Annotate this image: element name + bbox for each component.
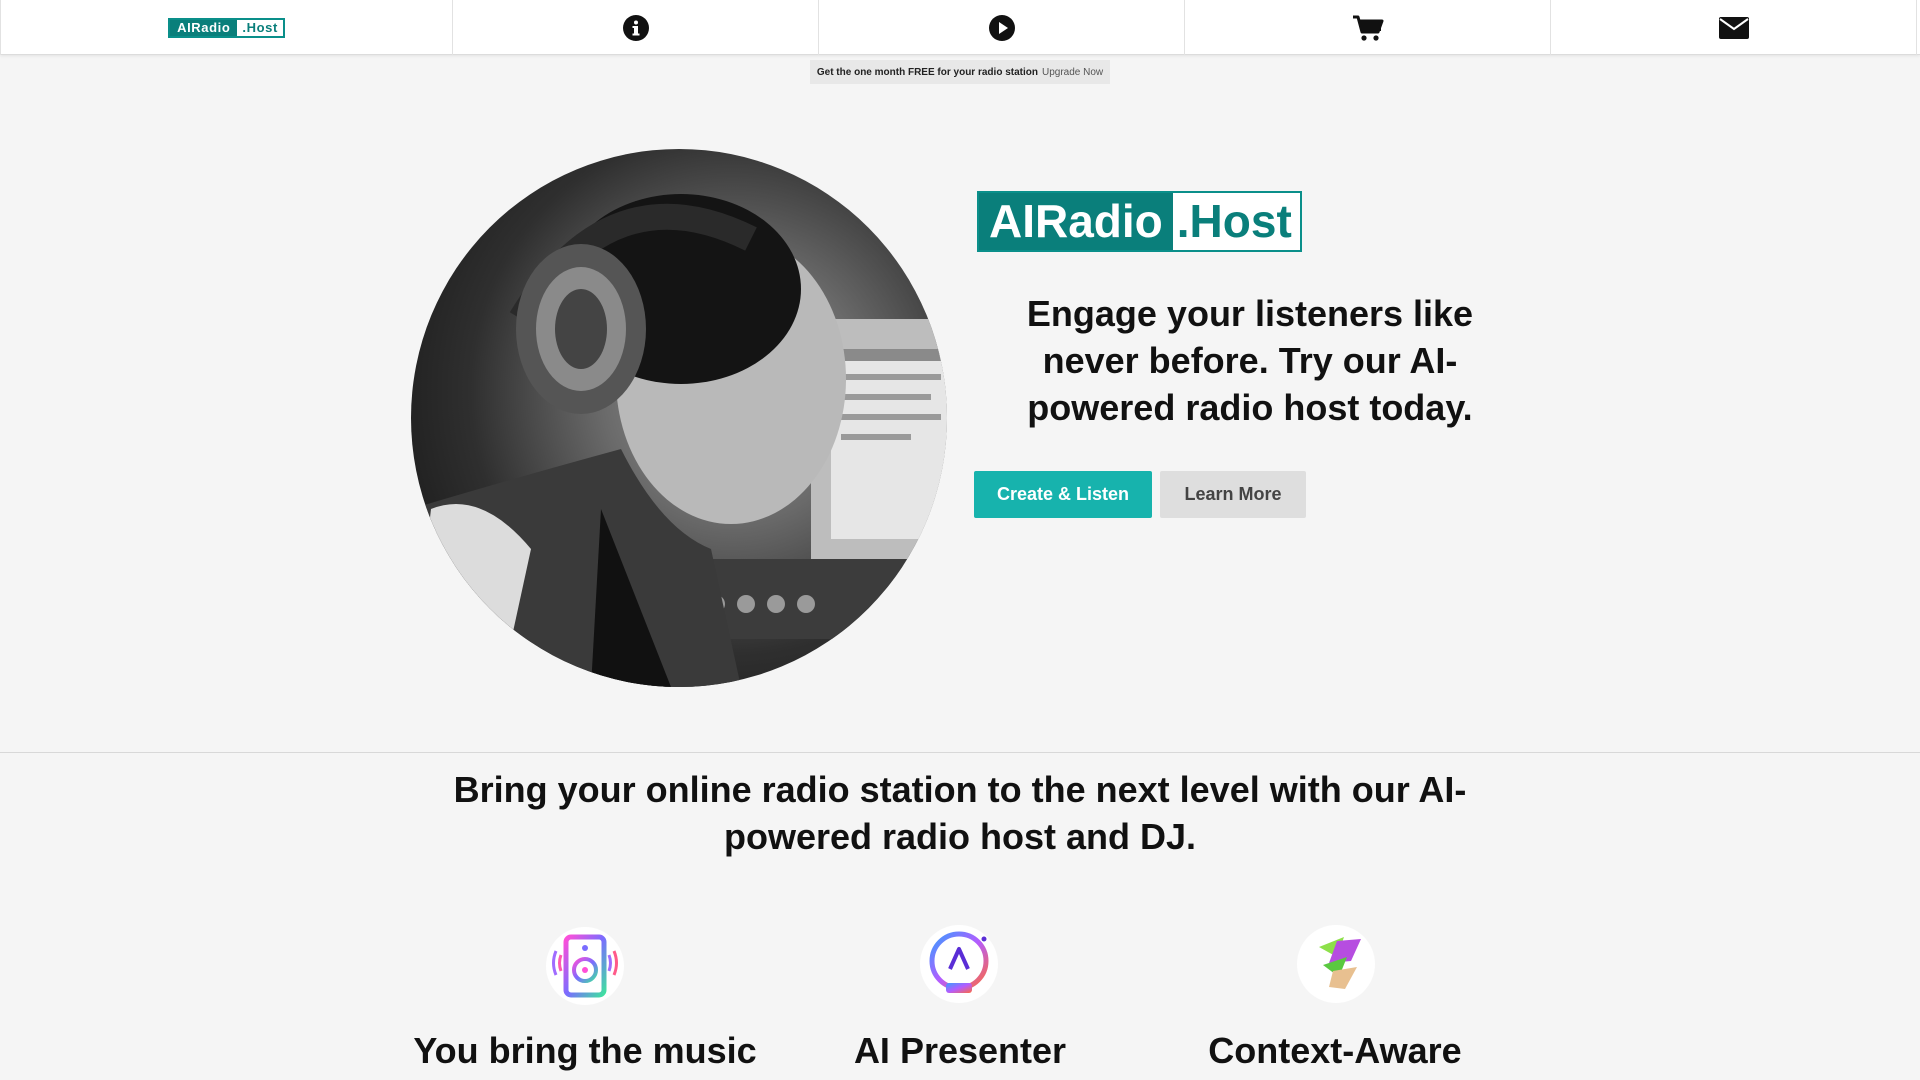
cart-icon: [1352, 15, 1383, 41]
site-logo: AIRadio .Host: [168, 17, 285, 38]
top-navbar: AIRadio .Host: [0, 0, 1920, 55]
nav-contact-link[interactable]: [1551, 0, 1917, 55]
nav-cart-link[interactable]: [1185, 0, 1551, 55]
hero-logo-part1: AIRadio: [979, 193, 1173, 250]
hero-logo-part2: .Host: [1172, 193, 1300, 250]
feature-title-context: Context-Aware: [1208, 1030, 1462, 1071]
nav-play-link[interactable]: [819, 0, 1185, 55]
ai-presenter-icon: [920, 925, 998, 1003]
envelope-icon: [1718, 16, 1749, 39]
hero-logo: AIRadio .Host: [977, 191, 1302, 252]
play-icon: [988, 14, 1015, 41]
upgrade-link[interactable]: Upgrade Now: [1042, 67, 1103, 78]
promo-text: Get the one month FREE for your radio st…: [816, 66, 1038, 78]
nav-logo-link[interactable]: AIRadio .Host: [0, 0, 453, 55]
nav-about-link[interactable]: [453, 0, 819, 55]
logo-part1: AIRadio: [170, 19, 238, 36]
feature-title-presenter: AI Presenter: [853, 1030, 1067, 1071]
section-heading: Bring your online radio station to the n…: [453, 769, 1467, 857]
feature-title-music: You bring the music: [413, 1030, 757, 1071]
context-aware-icon: [1297, 925, 1375, 1003]
learn-more-button[interactable]: Learn More: [1160, 471, 1306, 518]
promo-banner: Get the one month FREE for your radio st…: [810, 60, 1110, 84]
info-icon: [622, 14, 649, 41]
section-divider: [0, 752, 1920, 753]
speaker-icon: [546, 927, 624, 1005]
logo-part2: .Host: [237, 19, 283, 36]
hero-dj-photo: [411, 149, 947, 687]
create-listen-button[interactable]: Create & Listen: [974, 471, 1152, 518]
hero-tagline: Engage your listeners like never before.…: [1026, 293, 1474, 428]
